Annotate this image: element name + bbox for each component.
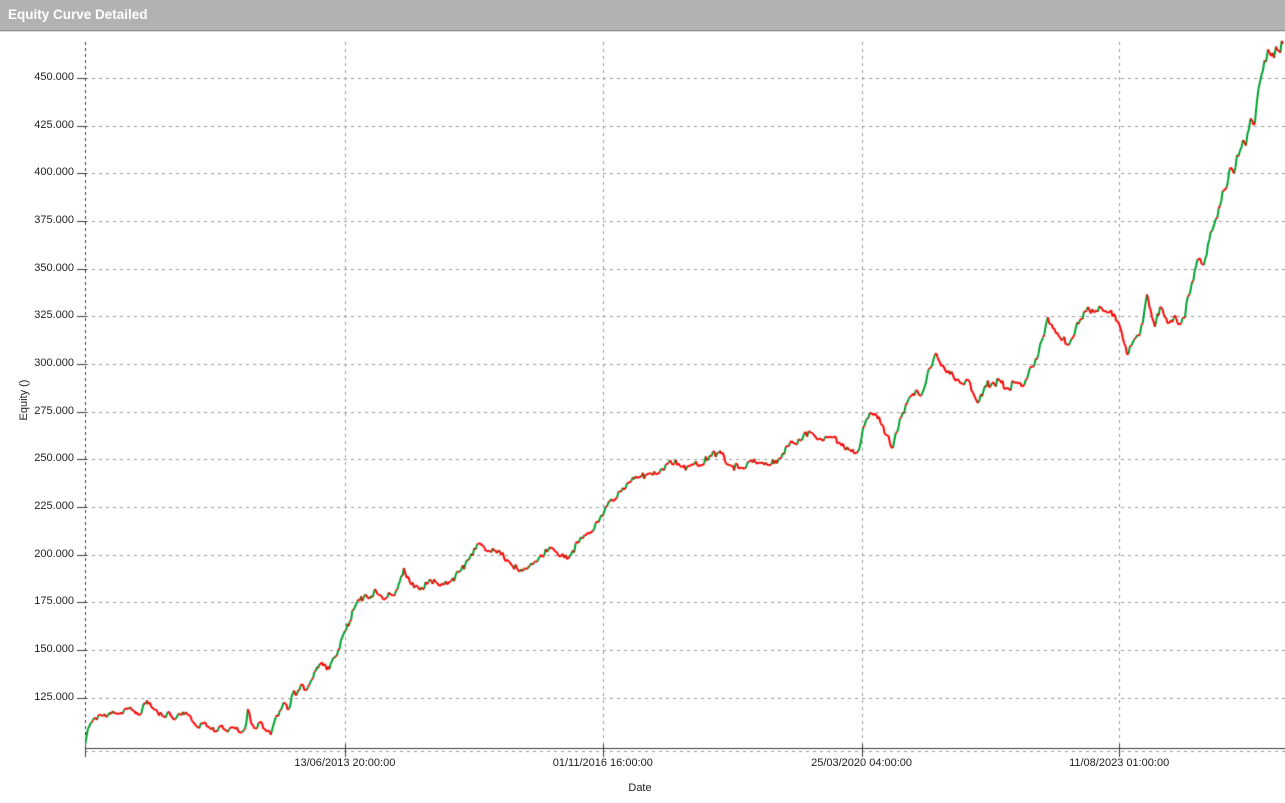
equity-curve-chart: [0, 0, 1285, 803]
window-title-bar: Equity Curve Detailed: [0, 0, 1285, 31]
window-title: Equity Curve Detailed: [0, 0, 1285, 30]
